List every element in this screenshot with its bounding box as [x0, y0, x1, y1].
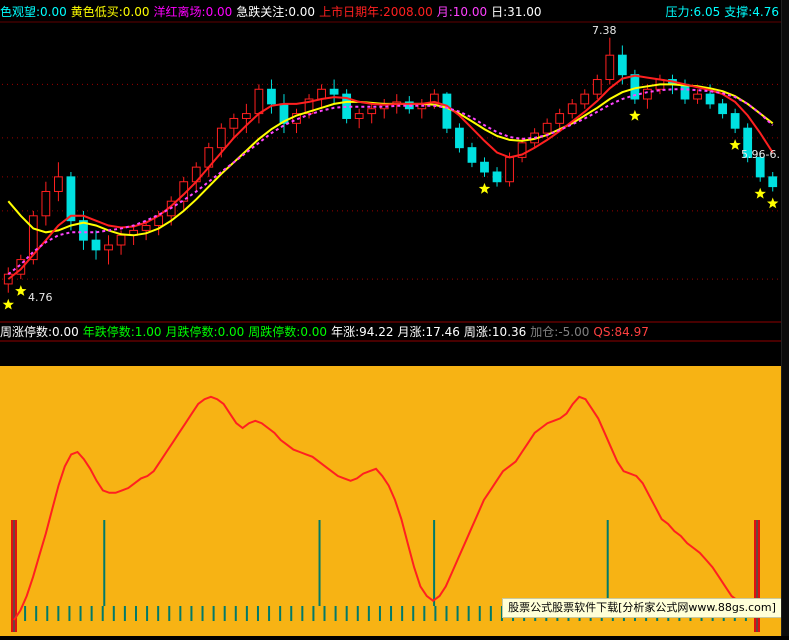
candle-body-28	[354, 113, 364, 119]
chart-svg	[0, 0, 781, 636]
upper-legend-item-6: 日:31.00	[491, 5, 542, 19]
chart-stage: 色观望:0.00 黄色低买:0.00 洋红离场:0.00 急跌关注:0.00 上市日期年…	[0, 0, 789, 636]
lower-legend-item-1: 年跌停数:1.00	[82, 325, 162, 339]
upper-legend-item-1: 黄色低买:0.00	[70, 5, 150, 19]
upper-legend-item-3: 急跌关注:0.00	[236, 5, 316, 19]
candle-body-17	[216, 127, 226, 149]
lower-legend-item-4: 年涨:94.22	[331, 325, 394, 339]
lower-legend: 周涨停数:0.00 年跌停数:1.00 月跌停数:0.00 周跌停数:0.00 年涨:9…	[0, 323, 653, 341]
pressure-support-readout: 压力:6.05 支撑:4.76	[661, 3, 779, 21]
candle-body-8	[104, 244, 113, 251]
lower-legend-item-5: 月涨:17.46	[397, 325, 460, 339]
candle-body-44	[555, 113, 565, 124]
lower-legend-item-6: 周涨:10.36	[463, 325, 527, 339]
candle-body-21	[267, 88, 276, 105]
upper-legend-item-5: 月:10.00	[436, 5, 488, 19]
candle-body-3	[41, 190, 51, 217]
candle-body-46	[580, 93, 590, 105]
candle-body-9	[116, 234, 126, 246]
candle-body-18	[229, 117, 239, 129]
candle-body-48	[605, 54, 615, 81]
candle-body-7	[91, 239, 101, 251]
candle-body-25	[317, 88, 326, 100]
candle-body-37	[467, 147, 477, 163]
lower-legend-item-2: 月跌停数:0.00	[165, 325, 245, 339]
pressure-item-1: 支撑:4.76	[724, 5, 779, 19]
candle-body-55	[693, 93, 702, 100]
price-low-label: 4.76	[28, 291, 53, 304]
candle-body-57	[718, 103, 727, 115]
lower-legend-item-7: 加仓:-5.00	[530, 325, 590, 339]
candle-body-4	[54, 176, 63, 192]
lower-legend-item-3: 周跌停数:0.00	[248, 325, 328, 339]
candle-body-39	[492, 171, 502, 183]
candle-body-43	[542, 122, 552, 134]
candle-body-40	[505, 156, 514, 183]
upper-legend-item-2: 洋红离场:0.00	[153, 5, 233, 19]
candle-body-36	[455, 127, 464, 149]
upper-legend-item-4: 上市日期年:2008.00	[319, 5, 433, 19]
watermark-banner: 股票公式股票软件下载[分析家公式网www.88gs.com]	[502, 598, 782, 618]
candle-body-56	[705, 93, 715, 105]
candle-body-0	[3, 273, 13, 285]
right-scroll-edge[interactable]	[781, 0, 789, 636]
candle-body-51	[643, 88, 652, 100]
candle-body-19	[241, 113, 251, 119]
price-high-label: 7.38	[592, 24, 617, 37]
upper-legend-item-0: 色观望:0.00	[0, 5, 67, 19]
price-range-label: 5.96-6.	[741, 148, 780, 161]
candle-body-35	[442, 93, 452, 129]
candle-body-29	[367, 108, 377, 115]
candle-body-5	[66, 176, 76, 222]
lower-legend-item-8: QS:84.97	[593, 325, 649, 339]
upper-legend: 色观望:0.00 黄色低买:0.00 洋红离场:0.00 急跌关注:0.00 上市日期年…	[0, 3, 546, 21]
candle-body-20	[254, 88, 264, 115]
candle-body-11	[141, 225, 151, 231]
candle-body-47	[592, 79, 602, 95]
lower-legend-strip	[0, 342, 781, 366]
candle-body-45	[567, 103, 577, 115]
candle-body-49	[617, 54, 627, 76]
upper-pane-bg	[0, 0, 781, 342]
lower-legend-item-0: 周涨停数:0.00	[0, 325, 79, 339]
candle-body-58	[730, 113, 740, 129]
candle-body-61	[768, 176, 778, 188]
candle-body-38	[480, 161, 489, 173]
candle-body-26	[329, 88, 339, 95]
pressure-item-0: 压力:6.05	[665, 5, 721, 19]
lower-pane-bg	[0, 366, 781, 636]
